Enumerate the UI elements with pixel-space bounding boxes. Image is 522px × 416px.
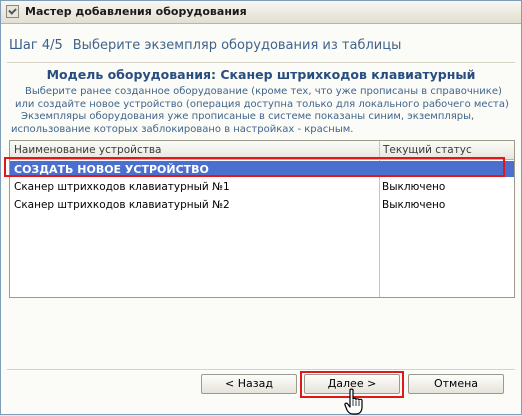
instructions: Выберите ранее созданное оборудование (к…	[11, 86, 511, 136]
cell-status: Выключено	[382, 181, 446, 193]
step-number: Шаг 4/5	[9, 38, 63, 53]
wizard-content: Шаг 4/5 Выберите экземпляр оборудования и…	[1, 24, 521, 415]
cell-device-name: Сканер штрихкодов клавиатурный №2	[14, 199, 230, 211]
cancel-button[interactable]: Отмена	[408, 374, 504, 394]
cell-device-name: Сканер штрихкодов клавиатурный №1	[14, 181, 230, 193]
step-header: Шаг 4/5 Выберите экземпляр оборудования и…	[9, 38, 401, 53]
table-row[interactable]: Сканер штрихкодов клавиатурный №1 Выключ…	[10, 179, 514, 195]
title-bar: Мастер добавления оборудования	[1, 1, 521, 24]
table-row-create-new[interactable]: СОЗДАТЬ НОВОЕ УСТРОЙСТВО	[10, 161, 514, 177]
back-button[interactable]: < Назад	[201, 374, 297, 394]
column-header-status[interactable]: Текущий статус	[383, 144, 472, 156]
equipment-table[interactable]: Наименование устройства Текущий статус С…	[9, 140, 515, 298]
instruction-line: Выберите ранее созданное оборудование (к…	[25, 86, 502, 97]
table-header: Наименование устройства Текущий статус	[10, 141, 514, 160]
hand-cursor-icon	[344, 388, 363, 415]
wizard-window: Мастер добавления оборудования Шаг 4/5 Вы…	[0, 0, 522, 415]
window-title: Мастер добавления оборудования	[25, 5, 247, 18]
instruction-line: использование которых заблокировано в на…	[11, 123, 354, 135]
checkmark-icon	[6, 5, 19, 18]
cell-status: Выключено	[382, 199, 446, 211]
footer-separator	[7, 369, 515, 371]
instruction-line: Экземпляры оборудования уже прописаные в…	[21, 111, 475, 122]
step-text: Выберите экземпляр оборудования из табли…	[72, 38, 402, 53]
column-header-name[interactable]: Наименование устройства	[14, 144, 161, 156]
header-separator	[7, 62, 515, 64]
instruction-line: или создайте новое устройство (операция …	[15, 98, 509, 110]
model-title: Модель оборудования: Сканер штрихкодов к…	[46, 67, 476, 82]
table-row[interactable]: Сканер штрихкодов клавиатурный №2 Выключ…	[10, 197, 514, 213]
cell-device-name: СОЗДАТЬ НОВОЕ УСТРОЙСТВО	[14, 163, 209, 176]
